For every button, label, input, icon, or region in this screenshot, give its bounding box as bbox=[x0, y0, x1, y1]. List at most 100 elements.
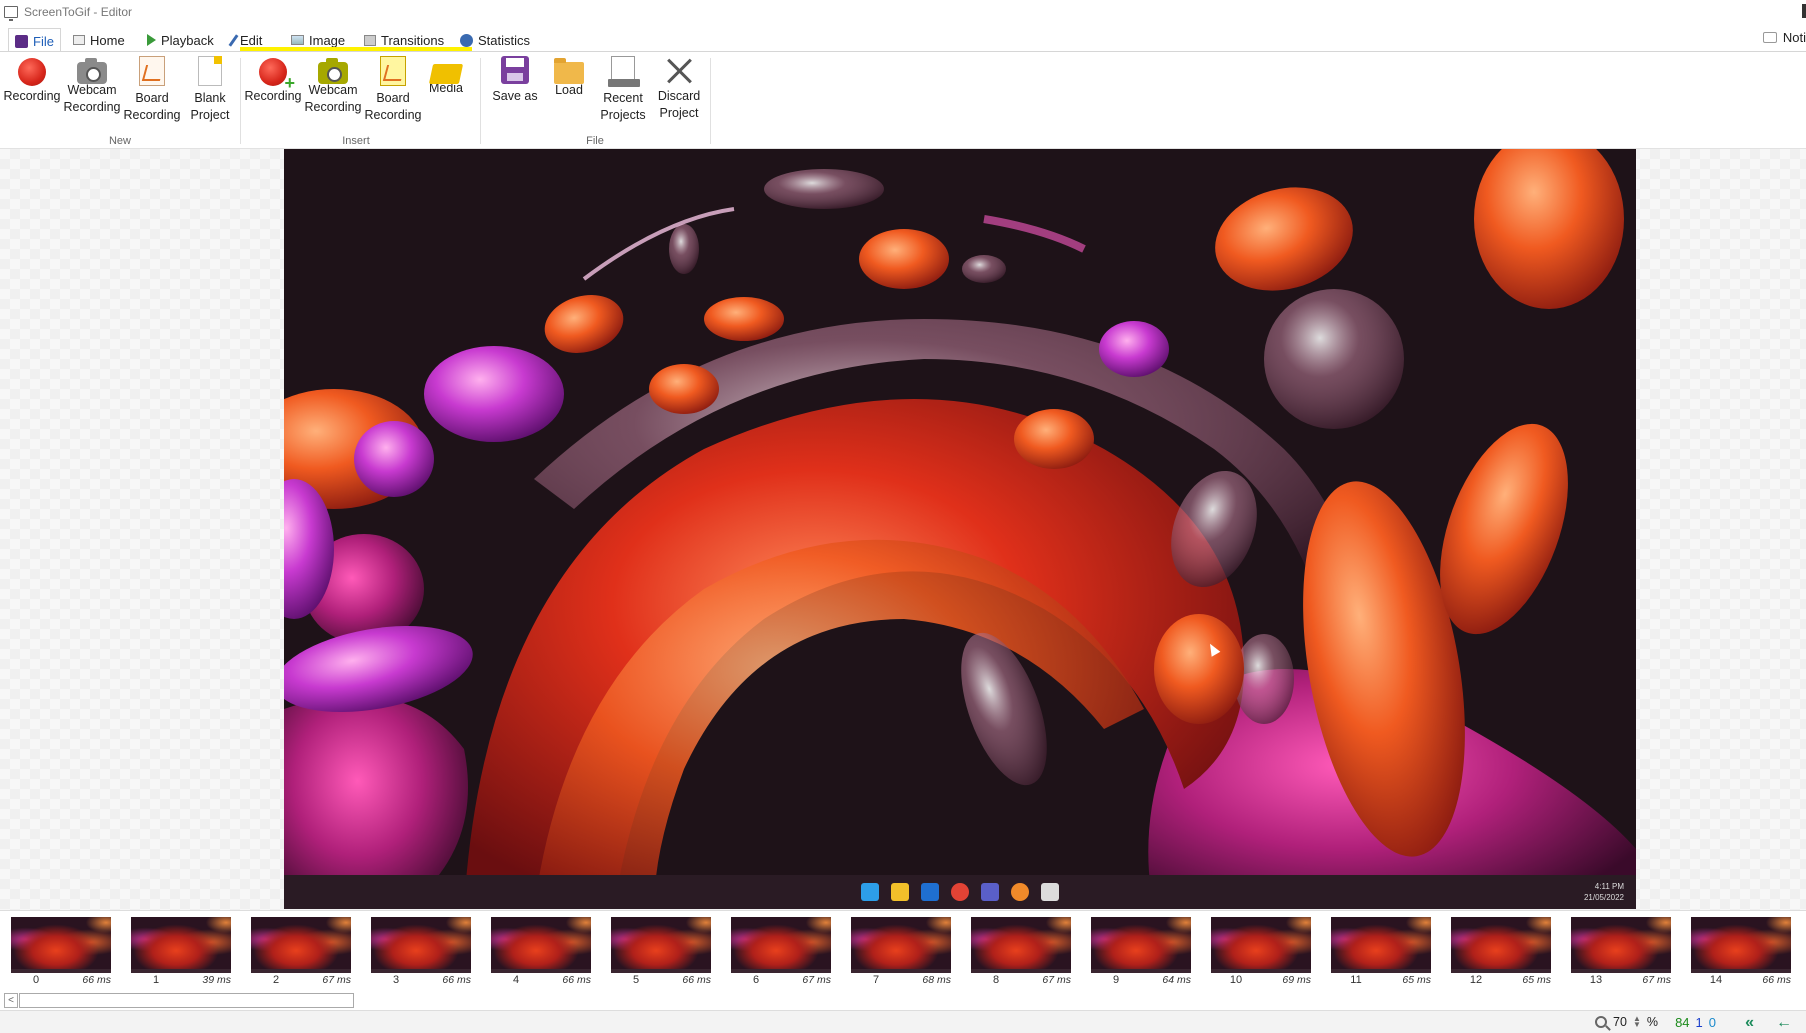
teams-icon bbox=[981, 883, 999, 901]
frame-delay: 66 ms bbox=[1762, 974, 1791, 986]
insert-webcam-recording-button[interactable]: Webcam Recording bbox=[303, 56, 363, 116]
scrollbar-thumb[interactable] bbox=[19, 993, 354, 1008]
frame-thumbnail[interactable]: 6 67 ms bbox=[731, 917, 831, 986]
webcam-insert-icon bbox=[318, 58, 348, 84]
clock-time: 4:11 PM bbox=[1594, 882, 1624, 891]
clock-date: 21/05/2022 bbox=[1583, 893, 1624, 902]
editor-canvas: 4:11 PM 21/05/2022 bbox=[0, 149, 1806, 910]
new-webcam-recording-button[interactable]: Webcam Recording bbox=[62, 56, 122, 116]
button-label: Webcam Recording bbox=[63, 83, 121, 114]
zoom-control[interactable]: 70 ▲ ▼ % bbox=[1595, 1015, 1658, 1029]
frame-image bbox=[491, 917, 591, 973]
discard-project-button[interactable]: Discard Project bbox=[650, 56, 708, 122]
frame-delay: 39 ms bbox=[202, 974, 231, 986]
ribbon: Recording Webcam Recording Board Recordi… bbox=[0, 51, 1806, 149]
window-title: ScreenToGif - Editor bbox=[24, 5, 133, 19]
blank-project-button[interactable]: Blank Project bbox=[180, 56, 240, 124]
frame-thumbnail[interactable]: 4 66 ms bbox=[491, 917, 591, 986]
frame-thumbnail[interactable]: 0 66 ms bbox=[11, 917, 111, 986]
previous-frame-icon[interactable]: ← bbox=[1776, 1014, 1792, 1032]
transitions-icon bbox=[364, 34, 376, 46]
magnifier-icon bbox=[1595, 1016, 1608, 1028]
frame-thumbnail[interactable]: 12 65 ms bbox=[1451, 917, 1551, 986]
discard-icon bbox=[665, 56, 693, 84]
frame-number: 9 bbox=[1112, 974, 1120, 986]
play-icon bbox=[147, 34, 156, 46]
frame-image bbox=[971, 917, 1071, 973]
button-label: Board Recording bbox=[364, 91, 422, 122]
group-file: Save as Load Recent Projects Discard Pro… bbox=[480, 52, 710, 150]
frame-thumbnail[interactable]: 2 67 ms bbox=[251, 917, 351, 986]
window-control[interactable] bbox=[1802, 4, 1806, 18]
current-frame: 0 bbox=[1708, 1015, 1716, 1030]
media-icon bbox=[428, 64, 464, 84]
image-icon bbox=[291, 35, 304, 45]
first-frame-icon[interactable]: « bbox=[1745, 1014, 1754, 1032]
monitor-icon bbox=[4, 6, 18, 21]
button-label: Board Recording bbox=[123, 91, 181, 122]
group-new: Recording Webcam Recording Board Recordi… bbox=[0, 52, 240, 150]
frame-count: 84 bbox=[1675, 1015, 1690, 1030]
selected-count: 1 bbox=[1695, 1015, 1703, 1030]
frame-thumbnail[interactable]: 8 67 ms bbox=[971, 917, 1071, 986]
frame-delay: 66 ms bbox=[82, 974, 111, 986]
frame-thumbnail[interactable]: 5 66 ms bbox=[611, 917, 711, 986]
app-icon bbox=[1041, 883, 1059, 901]
tab-label: Image bbox=[309, 32, 346, 48]
tab-home[interactable]: Home bbox=[67, 28, 131, 52]
frame-thumbnail[interactable]: 1 39 ms bbox=[131, 917, 231, 986]
frame-thumbnail[interactable]: 11 65 ms bbox=[1331, 917, 1431, 986]
insert-recording-button[interactable]: Recording bbox=[243, 56, 303, 105]
tab-playback[interactable]: Playback bbox=[141, 28, 220, 52]
new-board-recording-button[interactable]: Board Recording bbox=[122, 56, 182, 124]
frame-strip-scrollbar[interactable]: < bbox=[0, 992, 1806, 1010]
tab-file[interactable]: File bbox=[8, 28, 61, 53]
frame-image bbox=[1451, 917, 1551, 973]
home-icon bbox=[73, 35, 85, 45]
frame-image bbox=[1691, 917, 1791, 973]
frame-number: 4 bbox=[512, 974, 520, 986]
frame-delay: 69 ms bbox=[1282, 974, 1311, 986]
frame-delay: 67 ms bbox=[802, 974, 831, 986]
new-recording-button[interactable]: Recording bbox=[2, 56, 62, 105]
insert-board-recording-button[interactable]: Board Recording bbox=[363, 56, 423, 124]
frame-number: 14 bbox=[1709, 974, 1723, 986]
notifications-button[interactable]: Noti bbox=[1762, 30, 1806, 45]
frame-number: 10 bbox=[1229, 974, 1243, 986]
frame-number: 12 bbox=[1469, 974, 1483, 986]
frame-delay: 67 ms bbox=[322, 974, 351, 986]
frame-thumbnail[interactable]: 13 67 ms bbox=[1571, 917, 1671, 986]
button-label: Webcam Recording bbox=[304, 83, 362, 114]
frame-thumbnail[interactable]: 9 64 ms bbox=[1091, 917, 1191, 986]
notifications-label: Noti bbox=[1782, 30, 1806, 45]
record-insert-icon bbox=[259, 58, 295, 92]
frame-delay: 66 ms bbox=[442, 974, 471, 986]
frame-thumbnail[interactable]: 14 66 ms bbox=[1691, 917, 1791, 986]
load-button[interactable]: Load bbox=[544, 56, 594, 99]
insert-media-button[interactable]: Media bbox=[421, 56, 471, 97]
zoom-value[interactable]: 70 bbox=[1613, 1015, 1627, 1029]
frame-image bbox=[731, 917, 831, 973]
save-as-icon bbox=[501, 56, 529, 84]
frame-preview[interactable]: 4:11 PM 21/05/2022 bbox=[284, 149, 1636, 909]
frame-thumbnail[interactable]: 7 68 ms bbox=[851, 917, 951, 986]
tab-label: Transitions bbox=[381, 32, 445, 48]
save-as-button[interactable]: Save as bbox=[484, 56, 546, 105]
scroll-left-button[interactable]: < bbox=[4, 993, 18, 1008]
frame-thumbnail[interactable]: 3 66 ms bbox=[371, 917, 471, 986]
outlook-icon bbox=[921, 883, 939, 901]
zoom-spinner-icon[interactable]: ▲ ▼ bbox=[1633, 1015, 1641, 1029]
button-label: Blank Project bbox=[190, 91, 230, 122]
frame-number: 2 bbox=[272, 974, 280, 986]
group-label-file: File bbox=[586, 135, 604, 147]
frame-number: 11 bbox=[1350, 974, 1362, 986]
frame-thumbnail[interactable]: 10 69 ms bbox=[1211, 917, 1311, 986]
frame-image bbox=[1091, 917, 1191, 973]
frame-delay: 65 ms bbox=[1402, 974, 1431, 986]
frame-image bbox=[251, 917, 351, 973]
recent-projects-button[interactable]: Recent Projects bbox=[594, 56, 652, 124]
file-explorer-icon bbox=[891, 883, 909, 901]
frame-delay: 64 ms bbox=[1162, 974, 1191, 986]
frame-image bbox=[11, 917, 111, 973]
frame-number: 0 bbox=[32, 974, 40, 986]
